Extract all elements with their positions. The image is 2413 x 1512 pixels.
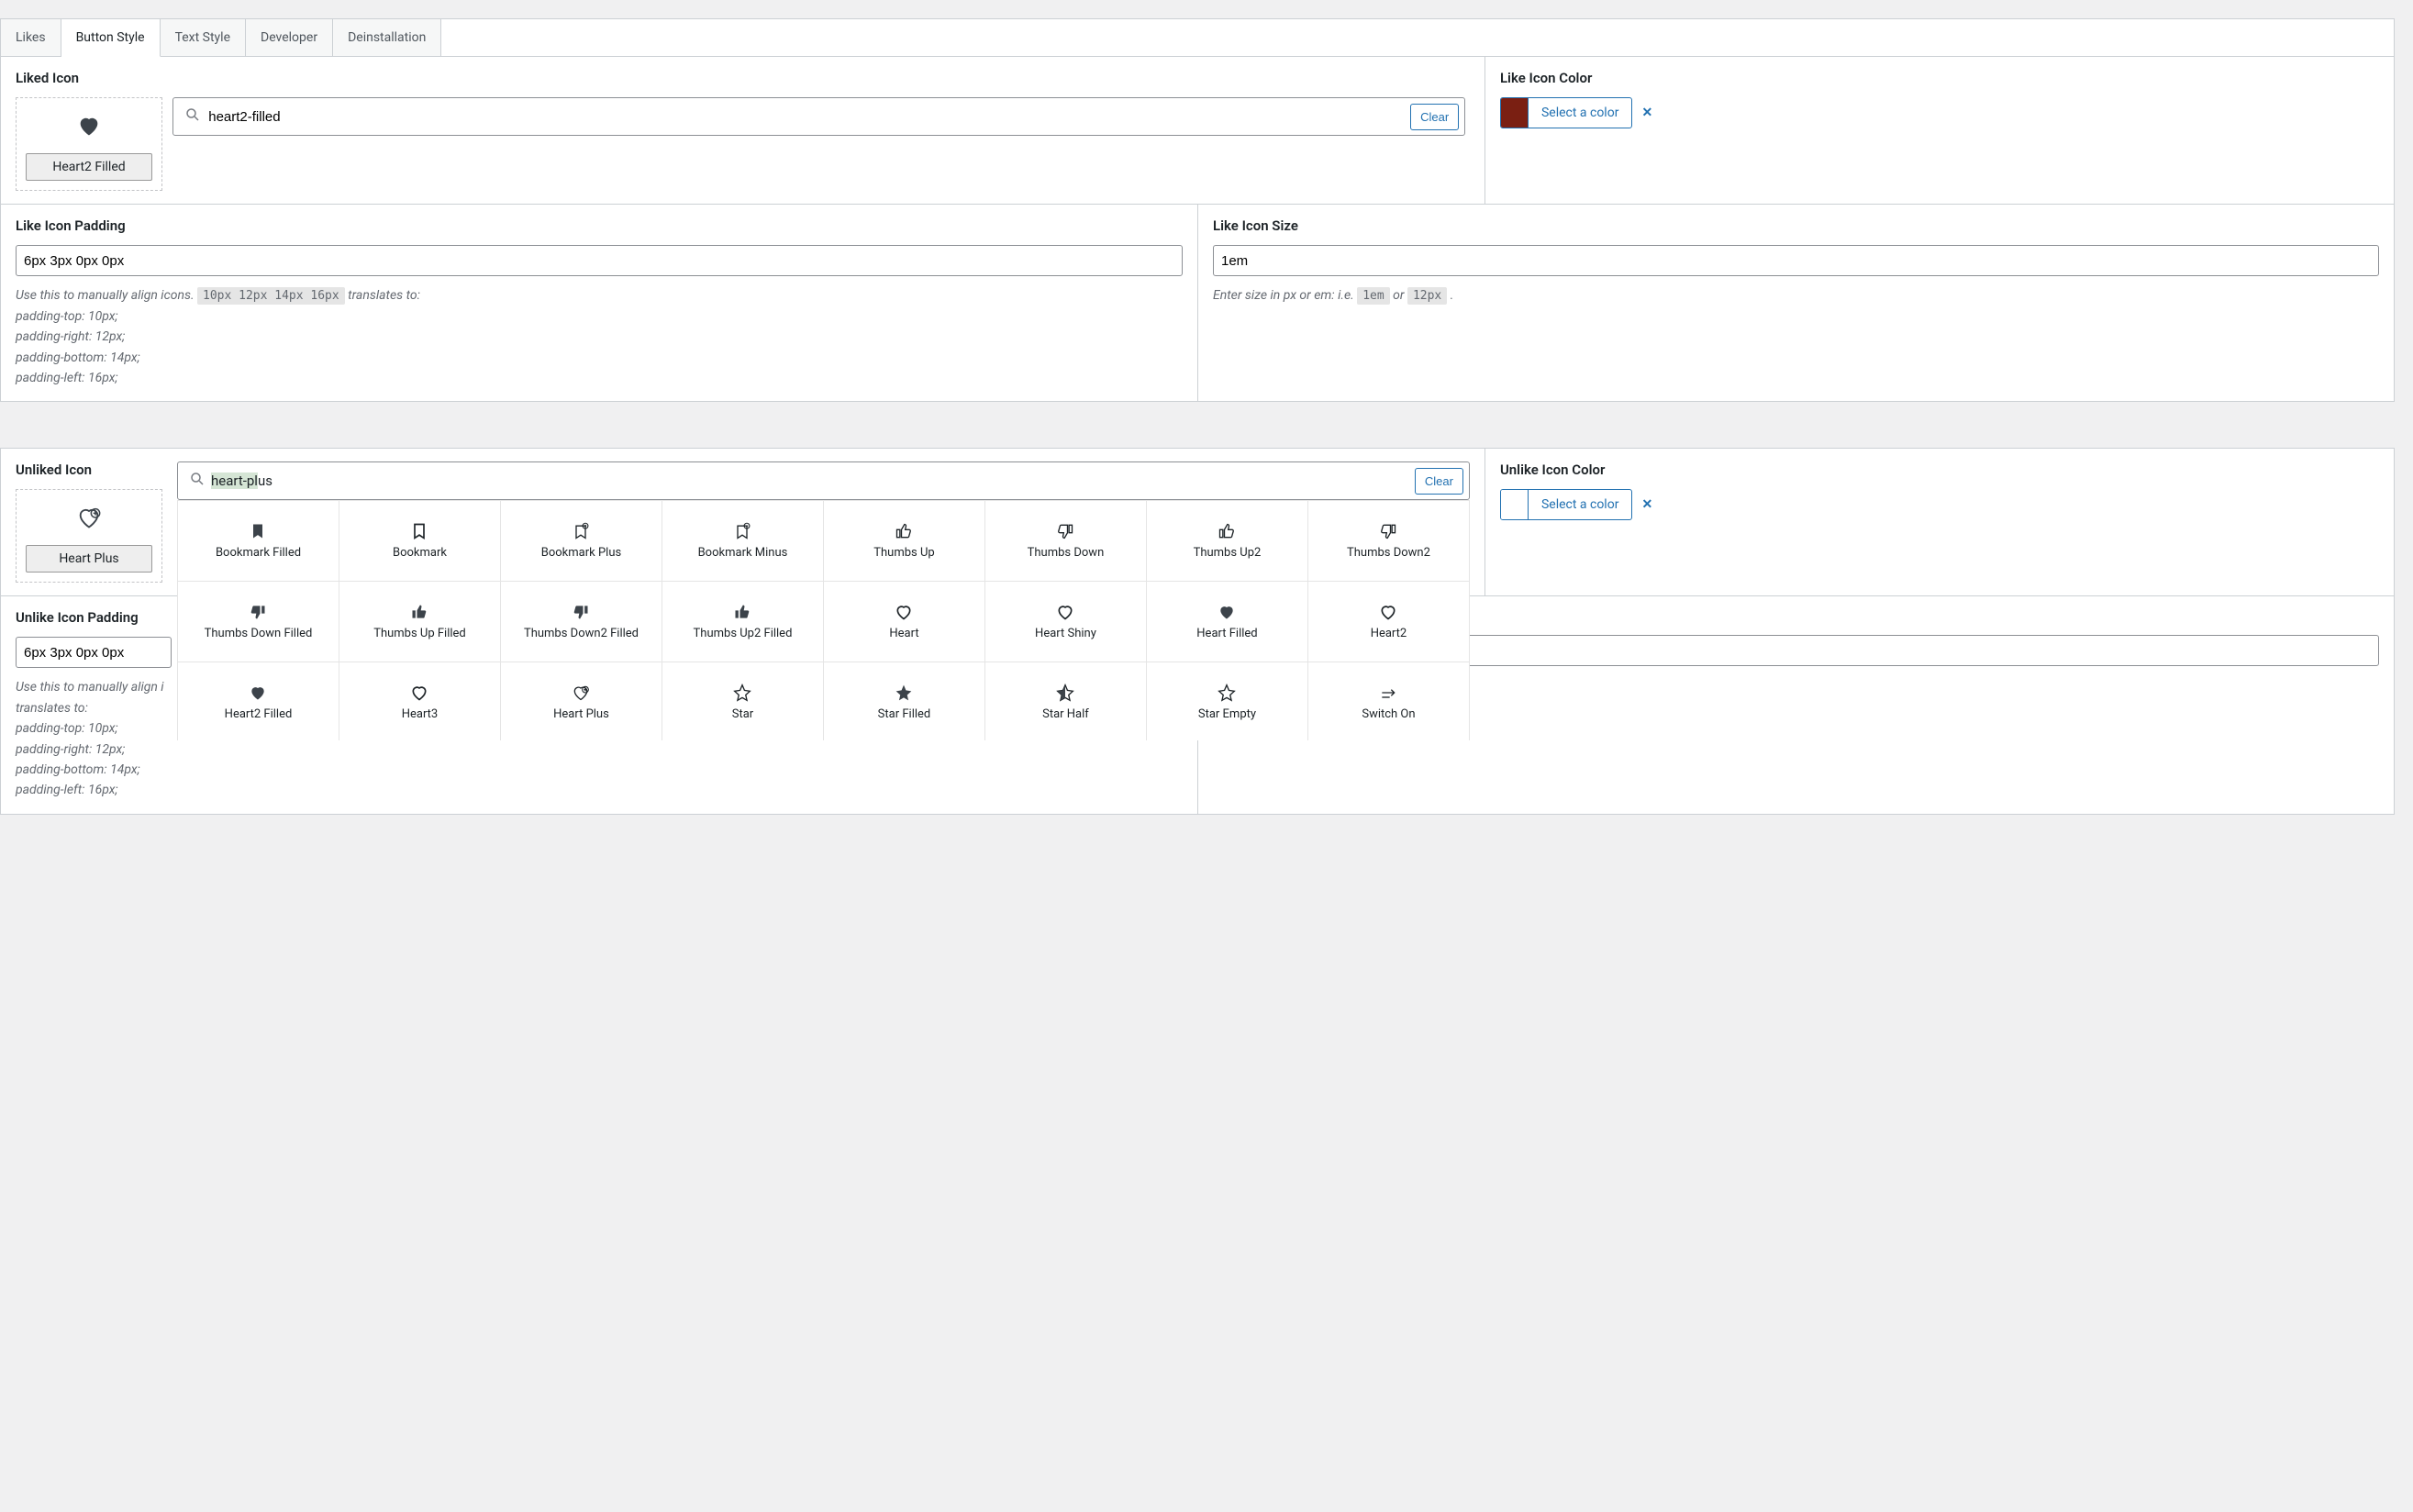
unlike-color-section: Unlike Icon Color Select a color ✕	[1484, 449, 2394, 595]
icon-option-thumbs-up[interactable]: Thumbs Up	[824, 501, 985, 582]
tabs: Likes Button Style Text Style Developer …	[1, 19, 2394, 57]
liked-icon-clear-button[interactable]: Clear	[1410, 104, 1459, 130]
unliked-icon-search-input[interactable]: heart-plus	[211, 472, 1415, 489]
like-padding-help: Use this to manually align icons. 10px 1…	[16, 285, 1183, 388]
tab-deinstallation[interactable]: Deinstallation	[333, 19, 441, 56]
heart2-filled-icon	[26, 107, 152, 153]
tab-likes[interactable]: Likes	[1, 19, 61, 56]
icon-option-thumbs-up2[interactable]: Thumbs Up2	[1147, 501, 1308, 582]
liked-icon-caption: Heart2 Filled	[26, 153, 152, 181]
liked-icon-search-input[interactable]	[206, 108, 1410, 126]
icon-option-star-filled[interactable]: Star Filled	[824, 662, 985, 740]
like-size-input[interactable]	[1213, 245, 2379, 276]
like-color-label: Select a color	[1529, 98, 1631, 128]
icon-option-heart3[interactable]: Heart3	[339, 662, 501, 740]
icon-option-heart-shiny[interactable]: Heart Shiny	[985, 582, 1147, 662]
tab-developer[interactable]: Developer	[246, 19, 333, 56]
icon-option-heart2[interactable]: Heart2	[1308, 582, 1470, 662]
search-icon	[179, 106, 206, 128]
unlike-color-swatch	[1501, 490, 1529, 519]
unlike-color-title: Unlike Icon Color	[1500, 461, 2379, 478]
like-color-swatch	[1501, 98, 1529, 128]
like-padding-input[interactable]	[16, 245, 1183, 276]
icon-option-thumbs-down-filled[interactable]: Thumbs Down Filled	[178, 582, 339, 662]
like-size-help: Enter size in px or em: i.e. 1em or 12px…	[1213, 285, 2379, 306]
icon-option-thumbs-down2-filled[interactable]: Thumbs Down2 Filled	[501, 582, 662, 662]
icon-option-heart-filled[interactable]: Heart Filled	[1147, 582, 1308, 662]
unlike-color-label: Select a color	[1529, 490, 1631, 519]
like-padding-title: Like Icon Padding	[16, 217, 1183, 234]
settings-panel-2: Unliked Icon Heart Plus heart-plus Clear…	[0, 448, 2395, 814]
icon-option-thumbs-up2-filled[interactable]: Thumbs Up2 Filled	[662, 582, 824, 662]
like-size-title: Like Icon Size	[1213, 217, 2379, 234]
unliked-icon-caption: Heart Plus	[26, 545, 152, 573]
icon-option-thumbs-up-filled[interactable]: Thumbs Up Filled	[339, 582, 501, 662]
unliked-icon-search[interactable]: heart-plus Clear	[177, 461, 1470, 500]
search-icon	[183, 471, 211, 492]
icon-option-bookmark-minus[interactable]: Bookmark Minus	[662, 501, 824, 582]
settings-panel: Likes Button Style Text Style Developer …	[0, 18, 2395, 402]
icon-option-heart2-filled[interactable]: Heart2 Filled	[178, 662, 339, 740]
tab-text-style[interactable]: Text Style	[161, 19, 246, 56]
liked-icon-search[interactable]: Clear	[172, 97, 1465, 136]
unliked-icon-clear-button[interactable]: Clear	[1415, 468, 1463, 495]
like-size-section: Like Icon Size Enter size in px or em: i…	[1197, 205, 2394, 401]
icon-option-bookmark-plus[interactable]: Bookmark Plus	[501, 501, 662, 582]
icon-option-bookmark-filled[interactable]: Bookmark Filled	[178, 501, 339, 582]
like-color-select-button[interactable]: Select a color	[1500, 97, 1632, 128]
unliked-icon-preview: Heart Plus	[16, 489, 162, 583]
heart-plus-icon	[26, 499, 152, 545]
icon-option-thumbs-down[interactable]: Thumbs Down	[985, 501, 1147, 582]
icon-option-star[interactable]: Star	[662, 662, 824, 740]
icon-option-star-empty[interactable]: Star Empty	[1147, 662, 1308, 740]
icon-grid: Bookmark FilledBookmarkBookmark PlusBook…	[177, 500, 1470, 740]
icon-option-star-half[interactable]: Star Half	[985, 662, 1147, 740]
icon-option-bookmark[interactable]: Bookmark	[339, 501, 501, 582]
liked-icon-title: Liked Icon	[16, 70, 1470, 86]
icon-option-heart-plus[interactable]: Heart Plus	[501, 662, 662, 740]
tab-button-style[interactable]: Button Style	[61, 19, 161, 57]
unliked-icon-section: Unliked Icon Heart Plus heart-plus Clear…	[1, 449, 1484, 595]
like-color-title: Like Icon Color	[1500, 70, 2379, 86]
like-padding-section: Like Icon Padding Use this to manually a…	[1, 205, 1197, 401]
unlike-padding-input[interactable]	[16, 637, 172, 668]
unlike-color-select-button[interactable]: Select a color	[1500, 489, 1632, 520]
liked-icon-section: Liked Icon Heart2 Filled Clear	[1, 57, 1484, 204]
like-color-section: Like Icon Color Select a color ✕	[1484, 57, 2394, 204]
liked-icon-preview: Heart2 Filled	[16, 97, 162, 191]
unlike-color-reset-button[interactable]: ✕	[1641, 497, 1652, 512]
icon-option-heart[interactable]: Heart	[824, 582, 985, 662]
like-color-reset-button[interactable]: ✕	[1641, 106, 1652, 120]
icon-option-switch-on[interactable]: Switch On	[1308, 662, 1470, 740]
icon-picker-dropdown: heart-plus Clear Bookmark FilledBookmark…	[177, 461, 1470, 740]
icon-option-thumbs-down2[interactable]: Thumbs Down2	[1308, 501, 1470, 582]
